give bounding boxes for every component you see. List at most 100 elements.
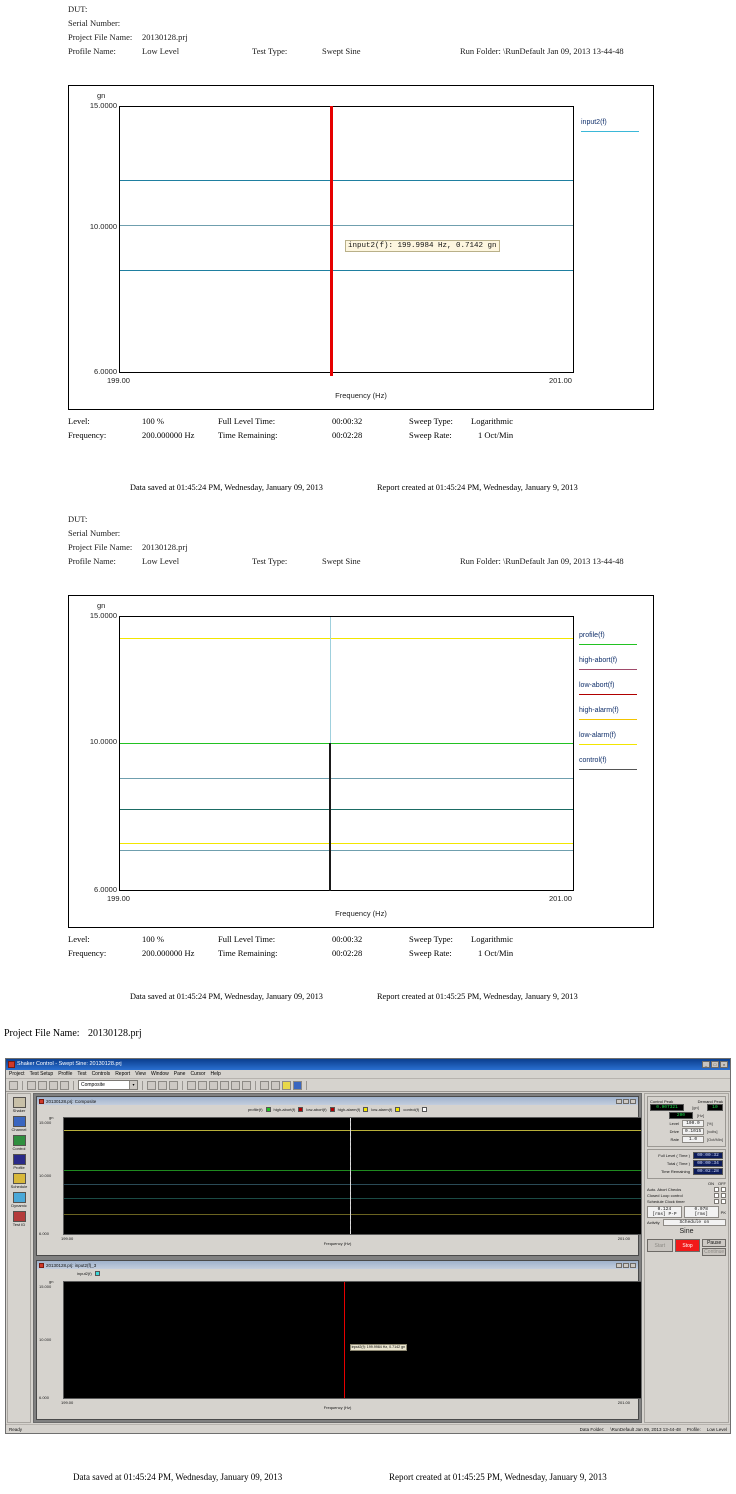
- menu-item-cursor[interactable]: Cursor: [190, 1070, 205, 1078]
- toolbar-help-icon[interactable]: [311, 1081, 320, 1090]
- menu-item-pane[interactable]: Pane: [174, 1070, 186, 1078]
- chart-1-legend-input2[interactable]: input2(f): [581, 119, 607, 127]
- toolbar-report-icon[interactable]: [293, 1080, 302, 1090]
- rail-item-profile[interactable]: Profile: [8, 1154, 30, 1170]
- toolbar-grid-icon[interactable]: [198, 1080, 207, 1090]
- menu-item-test[interactable]: Test: [77, 1070, 86, 1078]
- input2-x-axis-title: Frequency (Hz): [323, 1405, 352, 1410]
- chart-2-legend-high-abort[interactable]: high-abort(f): [579, 657, 617, 665]
- toolbar-tile-icon[interactable]: [242, 1080, 251, 1090]
- rail-item-control[interactable]: Control: [8, 1135, 30, 1151]
- minimize-icon[interactable]: _: [702, 1061, 710, 1068]
- input2-cursor[interactable]: [343, 1282, 345, 1398]
- toolbar-redo-icon[interactable]: [49, 1080, 58, 1090]
- chevron-down-icon[interactable]: ▾: [129, 1081, 137, 1089]
- toolbar-legend-icon[interactable]: [209, 1080, 218, 1090]
- frequency-value: 200.000000 Hz: [142, 948, 195, 958]
- start-button[interactable]: Start: [647, 1239, 673, 1252]
- composite-legend-low-alarm[interactable]: low-alarm(f): [371, 1107, 392, 1112]
- toolbar-pan-icon[interactable]: [187, 1080, 196, 1090]
- chart-2-cursor-upper[interactable]: [330, 617, 331, 743]
- toolbar-zoom-in-icon[interactable]: [147, 1080, 156, 1090]
- closed-loop-control-row[interactable]: Closed Loop control: [647, 1193, 726, 1198]
- toolbar-scale-icon[interactable]: [220, 1080, 229, 1090]
- composite-line-low-alarm: [64, 1170, 641, 1171]
- input2-maximize-icon[interactable]: [623, 1262, 629, 1268]
- auto-abort-checks-row[interactable]: Auto. Abort Checks: [647, 1187, 726, 1192]
- input2-close-icon[interactable]: [630, 1262, 636, 1268]
- composite-maximize-icon[interactable]: [623, 1098, 629, 1104]
- menu-item-view[interactable]: View: [135, 1070, 146, 1078]
- toolbar-stop-icon[interactable]: [271, 1080, 280, 1090]
- rail-item-channel[interactable]: Channel: [8, 1116, 30, 1132]
- rail-item-shaker[interactable]: Shaker: [8, 1097, 30, 1113]
- menu-item-report[interactable]: Report: [115, 1070, 130, 1078]
- child-window-input2[interactable]: 20130128.prj: input2(f)_3 input2(f) gn 1…: [36, 1260, 641, 1420]
- chart-2-legend-control[interactable]: control(f): [579, 757, 607, 765]
- menu-item-controls[interactable]: Controls: [92, 1070, 111, 1078]
- toolbar-print-icon[interactable]: [60, 1080, 69, 1090]
- composite-cursor[interactable]: [349, 1118, 351, 1234]
- rail-item-dynamic[interactable]: Dynamic: [8, 1192, 30, 1208]
- stop-button[interactable]: Stop: [674, 1239, 701, 1252]
- chart-2-legend-high-alarm[interactable]: high-alarm(f): [579, 707, 619, 715]
- composite-legend-low-alarm-swatch: [395, 1106, 401, 1112]
- closed-loop-control-off-radio[interactable]: [721, 1193, 726, 1198]
- composite-ytick-top: 15.000: [39, 1120, 52, 1125]
- rate-field-value[interactable]: 1.0: [682, 1136, 704, 1143]
- chart-1-cursor[interactable]: [330, 106, 333, 376]
- auto-abort-checks-on-radio[interactable]: [714, 1187, 719, 1192]
- chart-2-legend-profile[interactable]: profile(f): [579, 632, 605, 640]
- composite-legend-high-abort[interactable]: high-abort(f): [274, 1107, 296, 1112]
- composite-legend-control[interactable]: control(f): [403, 1107, 419, 1112]
- continue-button[interactable]: Continue: [702, 1248, 727, 1256]
- composite-graph[interactable]: [63, 1117, 641, 1235]
- toolbar-cursor-icon[interactable]: [169, 1080, 178, 1090]
- toolbar-run-icon[interactable]: [260, 1080, 269, 1090]
- chart-2-plot-area[interactable]: [119, 616, 574, 891]
- rail-item-test-id[interactable]: Test ID: [8, 1211, 30, 1227]
- input2-legend-label[interactable]: input2(f): [77, 1271, 92, 1276]
- menu-item-profile[interactable]: Profile: [58, 1070, 72, 1078]
- composite-legend-low-abort[interactable]: low-abort(f): [306, 1107, 326, 1112]
- close-icon[interactable]: ×: [720, 1061, 728, 1068]
- input2-window-title: 20130128.prj: input2(f)_3: [46, 1262, 97, 1268]
- time-remaining-value: 00:02:28: [332, 948, 363, 958]
- pause-button[interactable]: Pause: [702, 1239, 727, 1247]
- sweep-rate-label: Sweep Rate:: [409, 430, 452, 440]
- menu-item-window[interactable]: Window: [151, 1070, 169, 1078]
- toolbar-view-combo[interactable]: Composite ▾: [78, 1080, 138, 1090]
- frequency-label: Frequency:: [68, 430, 107, 440]
- schedule-clock-timer-off-radio[interactable]: [721, 1199, 726, 1204]
- menu-item-test-setup[interactable]: Test Setup: [30, 1070, 54, 1078]
- input2-ytick-mid: 10.000: [39, 1337, 52, 1342]
- maximize-icon[interactable]: □: [711, 1061, 719, 1068]
- embedded-app-screenshot[interactable]: Shaker Control - Swept Sine: 20130128.pr…: [5, 1058, 731, 1434]
- input2-minimize-icon[interactable]: [616, 1262, 622, 1268]
- toolbar-warning-icon[interactable]: [282, 1080, 291, 1090]
- auto-abort-checks-off-radio[interactable]: [721, 1187, 726, 1192]
- toolbar-marker-icon[interactable]: [231, 1080, 240, 1090]
- level-field-value[interactable]: 100.0: [682, 1120, 704, 1127]
- app-toolbar: Composite ▾: [6, 1079, 730, 1092]
- schedule-clock-timer-on-radio[interactable]: [714, 1199, 719, 1204]
- composite-minimize-icon[interactable]: [616, 1098, 622, 1104]
- app-mdi-area: 20130128.prj: Composite profile(f) high-…: [33, 1093, 642, 1423]
- menu-item-project[interactable]: Project: [9, 1070, 25, 1078]
- chart-2-cursor[interactable]: [329, 743, 331, 891]
- composite-legend-high-alarm[interactable]: high-alarm(f): [338, 1107, 361, 1112]
- menu-item-help[interactable]: Help: [210, 1070, 220, 1078]
- composite-close-icon[interactable]: [630, 1098, 636, 1104]
- toolbar-zoom-out-icon[interactable]: [158, 1080, 167, 1090]
- input2-graph[interactable]: input2(f): 199.9984 Hz, 0.7142 gn: [63, 1281, 641, 1399]
- chart-2-legend-low-alarm[interactable]: low-alarm(f): [579, 732, 616, 740]
- chart-2-legend-low-abort[interactable]: low-abort(f): [579, 682, 614, 690]
- rail-item-schedule[interactable]: Schedule: [8, 1173, 30, 1189]
- toolbar-undo-icon[interactable]: [38, 1080, 47, 1090]
- child-window-composite[interactable]: 20130128.prj: Composite profile(f) high-…: [36, 1096, 641, 1256]
- schedule-clock-timer-row[interactable]: Schedule Clock timer: [647, 1199, 726, 1204]
- closed-loop-control-on-radio[interactable]: [714, 1193, 719, 1198]
- toolbar-open-icon[interactable]: [9, 1080, 18, 1090]
- composite-legend-profile[interactable]: profile(f): [248, 1107, 263, 1112]
- toolbar-save-icon[interactable]: [27, 1080, 36, 1090]
